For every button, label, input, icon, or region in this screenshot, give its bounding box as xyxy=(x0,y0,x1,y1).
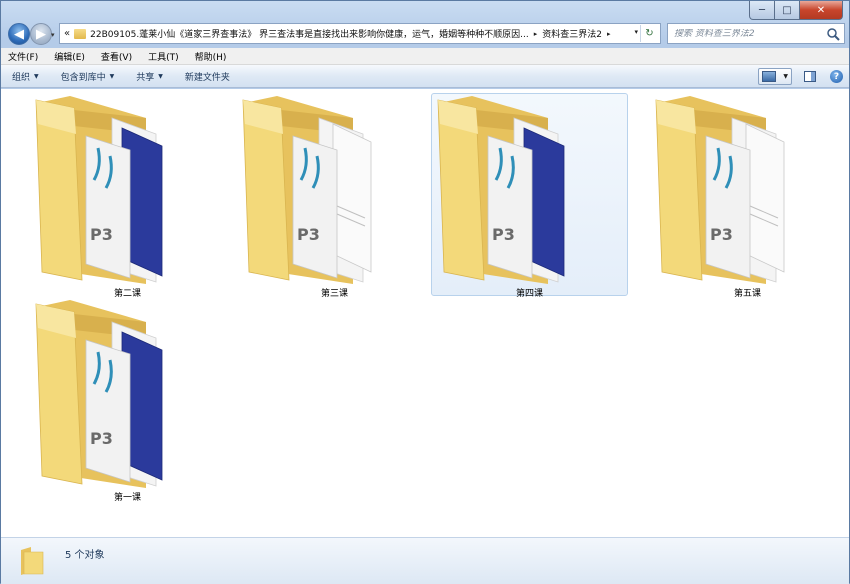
folder-name[interactable]: 第一课 xyxy=(30,490,225,503)
refresh-icon[interactable]: ↻ xyxy=(640,25,658,42)
address-path-segment[interactable]: 22B09105.蓬莱小仙《道家三界查事法》 界三查法事是直接找出来影响你健康，… xyxy=(90,27,529,40)
organize-button[interactable]: 组织 ▼ xyxy=(12,70,39,83)
details-pane: 5 个对象 xyxy=(1,537,849,584)
dropdown-arrow-icon: ▼ xyxy=(34,72,39,80)
dropdown-arrow-icon: ▼ xyxy=(158,72,163,80)
folder-name[interactable]: 第五课 xyxy=(650,286,845,299)
back-button[interactable]: ◀ xyxy=(8,23,30,45)
dropdown-arrow-icon: ▼ xyxy=(783,73,788,80)
folder-item[interactable]: P3 第五课 xyxy=(649,93,846,299)
menu-item[interactable]: 文件(F) xyxy=(8,50,38,63)
search-icon[interactable] xyxy=(826,27,840,41)
close-button[interactable]: ✕ xyxy=(800,1,843,20)
menu-item[interactable]: 编辑(E) xyxy=(54,50,85,63)
command-bar: 组织 ▼ 包含到库中 ▼ 共享 ▼ 新建文件夹 ▼ ? xyxy=(1,65,849,88)
new-folder-button[interactable]: 新建文件夹 xyxy=(185,70,230,83)
new-folder-label: 新建文件夹 xyxy=(184,72,230,83)
share-button[interactable]: 共享 ▼ xyxy=(136,70,163,83)
svg-text:P3: P3 xyxy=(90,225,113,244)
svg-text:P3: P3 xyxy=(710,225,733,244)
address-current-folder[interactable]: 资料查三界法2 xyxy=(542,27,602,40)
address-bar[interactable]: « 22B09105.蓬莱小仙《道家三界查事法》 界三查法事是直接找出来影响你健… xyxy=(59,23,661,44)
forward-button[interactable]: ▶ xyxy=(30,23,52,45)
include-in-library-label: 包含到库中 xyxy=(60,72,106,83)
search-input[interactable] xyxy=(674,28,824,39)
minimize-button[interactable]: ─ xyxy=(749,1,775,20)
maximize-button[interactable]: □ xyxy=(775,1,800,20)
folder-name[interactable]: 第三课 xyxy=(237,286,432,299)
preview-pane-icon[interactable] xyxy=(804,71,816,82)
svg-text:P3: P3 xyxy=(297,225,320,244)
breadcrumb-separator[interactable]: ▸ xyxy=(534,30,538,38)
folder-item[interactable]: P3 第二课 xyxy=(29,93,226,299)
menu-item[interactable]: 查看(V) xyxy=(101,50,132,63)
svg-text:P3: P3 xyxy=(492,225,515,244)
address-dropdown[interactable]: ▾ xyxy=(634,28,638,36)
search-box[interactable] xyxy=(667,23,845,44)
folder-item[interactable]: P3 第四课 xyxy=(431,93,628,299)
folder-icon xyxy=(74,28,87,39)
large-icons-view-icon xyxy=(762,71,776,82)
menu-bar: 文件(F) 编辑(E) 查看(V) 工具(T) 帮助(H) xyxy=(1,48,849,65)
navigation-row: ◀ ▶ ▾ « 22B09105.蓬莱小仙《道家三界查事法》 界三查法事是直接找… xyxy=(1,21,849,47)
caption-buttons: ─ □ ✕ xyxy=(749,1,843,20)
item-count: 5 个对象 xyxy=(65,550,105,561)
folder-item[interactable]: P3 第一课 xyxy=(29,297,226,503)
dropdown-arrow-icon: ▼ xyxy=(109,72,115,80)
address-overflow-chevron[interactable]: « xyxy=(64,28,70,39)
svg-text:P3: P3 xyxy=(90,429,113,448)
include-in-library-button[interactable]: 包含到库中 ▼ xyxy=(61,70,115,83)
recent-pages-dropdown[interactable]: ▾ xyxy=(51,31,55,39)
help-icon[interactable]: ? xyxy=(830,70,843,83)
folder-name[interactable]: 第四课 xyxy=(432,286,627,299)
organize-label: 组织 xyxy=(12,72,31,83)
folder-item[interactable]: P3 第三课 xyxy=(236,93,433,299)
breadcrumb-separator[interactable]: ▸ xyxy=(607,30,611,38)
file-list[interactable]: P3 第二课 P3 第三课 P3 第四课 P3 第五课 P3 第一课 xyxy=(1,89,849,537)
menu-item[interactable]: 工具(T) xyxy=(148,50,179,63)
folder-icon xyxy=(21,547,44,575)
toolbar-right-group: ▼ ? xyxy=(758,68,843,85)
menu-item[interactable]: 帮助(H) xyxy=(195,50,227,63)
explorer-window: ─ □ ✕ ◀ ▶ ▾ « 22B09105.蓬莱小仙《道家三界查事法》 界三查… xyxy=(0,0,850,584)
share-label: 共享 xyxy=(136,72,155,83)
change-view-button[interactable]: ▼ xyxy=(758,68,792,85)
